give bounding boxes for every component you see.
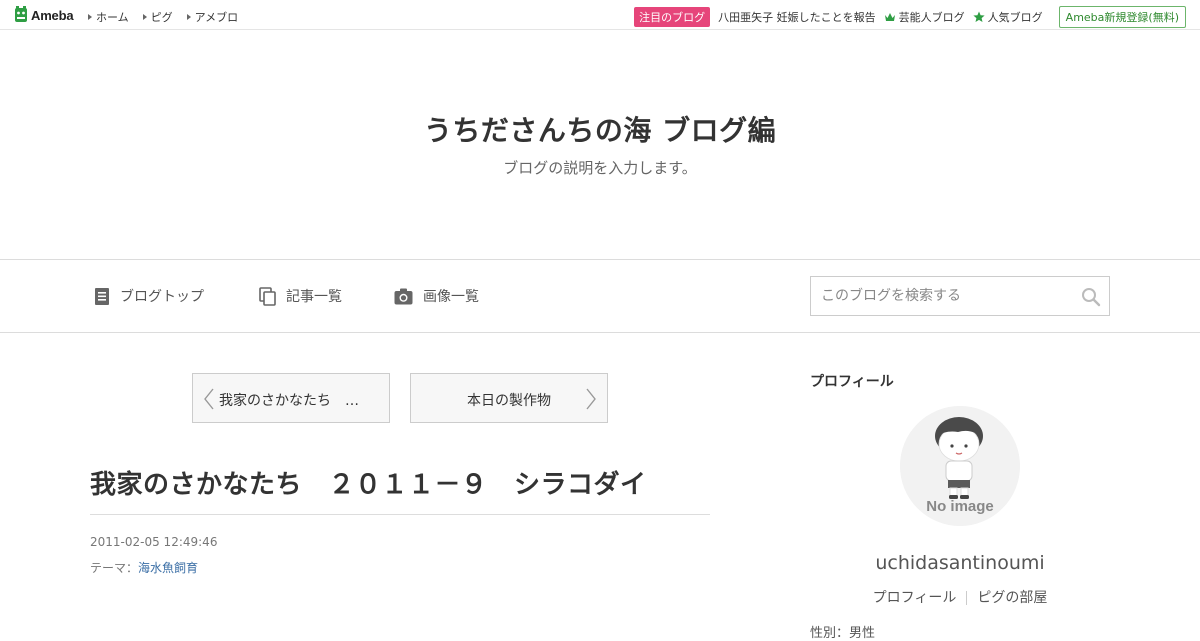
blog-top-link[interactable]: ブログトップ (94, 286, 204, 306)
blog-search (810, 276, 1110, 316)
global-right: 注目のブログ 八田亜矢子 妊娠したことを報告 芸能人ブログ 人気ブログ Ameb… (634, 6, 1186, 28)
next-entry-label: 本日の製作物 (467, 393, 551, 409)
nav-pigg-label: ピグ (150, 11, 173, 24)
entry-divider (90, 514, 710, 515)
avatar[interactable]: No image (900, 406, 1020, 526)
celebrity-blog-link[interactable]: 芸能人ブログ (884, 9, 965, 25)
star-icon (973, 11, 985, 22)
celebrity-blog-label: 芸能人ブログ (898, 11, 965, 24)
blog-nav: ブログトップ 記事一覧 画像一覧 (0, 259, 1200, 333)
featured-blog-link[interactable]: 八田亜矢子 妊娠したことを報告 (718, 9, 876, 25)
nav-pigg-link[interactable]: ピグ (142, 9, 173, 25)
search-icon[interactable] (1081, 287, 1101, 307)
nav-ameblo-link[interactable]: アメブロ (186, 9, 239, 25)
ameba-logo-icon (15, 6, 27, 22)
image-list-link[interactable]: 画像一覧 (394, 286, 479, 306)
theme-label: テーマ： (90, 561, 139, 575)
nav-ameblo-label: アメブロ (194, 11, 239, 24)
search-input[interactable] (811, 277, 1071, 315)
profile-detail: 性別：男性 (810, 626, 876, 641)
blog-top-label: ブログトップ (120, 289, 204, 305)
logo-text: Ameba (31, 7, 74, 23)
document-icon (95, 287, 109, 305)
triangle-icon (186, 14, 191, 20)
profile-links: プロフィール ピグの部屋 (810, 587, 1110, 607)
ameba-logo[interactable]: Ameba (14, 6, 74, 24)
pigg-room-link[interactable]: ピグの部屋 (967, 590, 1057, 606)
no-image-label: No image (926, 498, 994, 515)
crown-icon (884, 13, 895, 21)
blog-description: ブログの説明を入力します。 (503, 159, 697, 177)
register-button[interactable]: Ameba新規登録(無料) (1058, 6, 1186, 28)
popular-blog-link[interactable]: 人気ブログ (973, 9, 1043, 25)
chevron-left-icon (204, 388, 214, 410)
global-header: Ameba ホーム ピグ アメブロ 注目のブログ 八田亜矢子 妊娠したことを報告… (0, 0, 1200, 30)
featured-badge: 注目のブログ (634, 7, 711, 27)
copy-icon (259, 286, 276, 306)
entry-title[interactable]: 我家のさかなたち ２０１１－９ シラコダイ (90, 464, 710, 501)
blog-header: うちださんちの海 ブログ編 ブログの説明を入力します。 (0, 31, 1200, 259)
triangle-icon (142, 14, 147, 20)
profile-link[interactable]: プロフィール (863, 590, 967, 606)
chevron-right-icon (586, 388, 596, 410)
global-nav: ホーム ピグ アメブロ (88, 9, 238, 25)
entry-theme: テーマ：海水魚飼育 (90, 559, 198, 576)
entry-date: 2011-02-05 12:49:46 (90, 535, 218, 549)
entry-list-link[interactable]: 記事一覧 (259, 286, 342, 306)
entry-list-label: 記事一覧 (286, 289, 342, 305)
prev-entry-label: 我家のさかなたち … (219, 393, 359, 409)
prev-entry-button[interactable]: 我家のさかなたち … (192, 373, 390, 423)
blog-title[interactable]: うちださんちの海 ブログ編 (0, 109, 1200, 149)
camera-icon (394, 288, 413, 304)
profile-username[interactable]: uchidasantinoumi (810, 552, 1110, 574)
nav-home-link[interactable]: ホーム (88, 9, 129, 25)
nav-home-label: ホーム (96, 11, 129, 24)
next-entry-button[interactable]: 本日の製作物 (410, 373, 608, 423)
theme-link[interactable]: 海水魚飼育 (138, 561, 198, 575)
popular-blog-label: 人気ブログ (987, 11, 1043, 24)
profile-heading: プロフィール (810, 374, 894, 390)
triangle-icon (88, 14, 92, 20)
image-list-label: 画像一覧 (423, 289, 479, 305)
